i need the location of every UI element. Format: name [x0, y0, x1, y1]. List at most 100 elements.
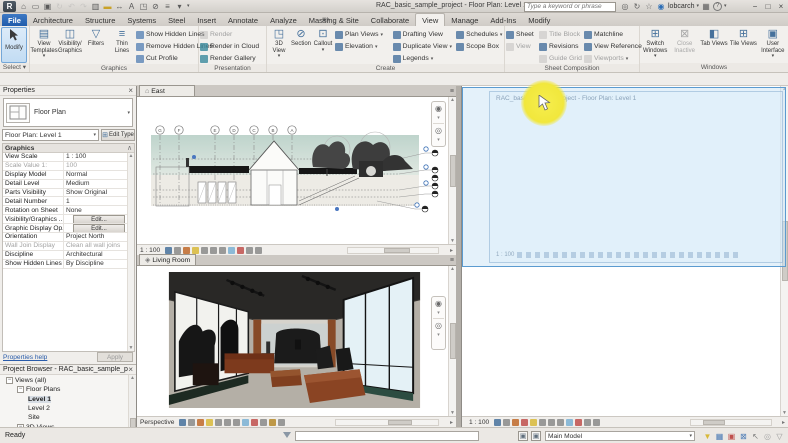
ribbon-tab[interactable]: Modify — [522, 14, 556, 26]
vcb-icon[interactable] — [206, 419, 213, 426]
vcb-icon[interactable] — [179, 419, 186, 426]
property-row[interactable]: Show Hidden Lines By Discipline — [3, 260, 134, 269]
vcb-icon[interactable] — [197, 419, 204, 426]
status-search-input[interactable] — [295, 431, 479, 441]
living-room-canvas[interactable]: ◉ ▾ ◎ ▾ ▲▼ — [137, 266, 456, 416]
panel-label-select[interactable]: Select ▾ — [0, 63, 29, 72]
vcb-icon[interactable] — [557, 419, 564, 426]
vcb-icon[interactable] — [224, 419, 231, 426]
minimize-button[interactable]: − — [750, 1, 760, 11]
property-row[interactable]: View Scale 1 : 100 — [3, 153, 134, 162]
vcb-icon[interactable] — [233, 419, 240, 426]
ribbon-tab[interactable]: Massing & Site — [303, 14, 365, 26]
ribbon-big-button[interactable]: ◳ 3D View — [268, 27, 290, 64]
tree-expand-icon[interactable]: − — [17, 386, 24, 393]
maximize-button[interactable]: □ — [763, 1, 773, 11]
property-row[interactable]: Scale Value 1: 100 — [3, 162, 134, 171]
vcb-icon[interactable] — [192, 247, 199, 254]
east-scale-button[interactable]: 1 : 100 — [140, 247, 160, 254]
application-menu-button[interactable]: R — [3, 1, 16, 12]
type-selector[interactable]: Floor Plan ▾ — [3, 98, 133, 127]
infocenter-icon[interactable]: ☆ — [644, 1, 654, 11]
property-row[interactable]: Discipline Architectural — [3, 251, 134, 260]
ribbon-tab[interactable]: File — [2, 14, 27, 26]
vcb-icon[interactable] — [584, 419, 591, 426]
vcb-icon[interactable] — [521, 419, 528, 426]
ribbon-big-button[interactable]: ⊠ Close Inactive — [670, 27, 698, 63]
project-browser-header[interactable]: Project Browser - RAC_basic_sample_proje… — [0, 365, 136, 375]
qat-icon[interactable]: ≡ — [162, 1, 173, 12]
ribbon-small-button[interactable]: Drafting View — [393, 29, 456, 40]
status-toggle-icon[interactable]: ▽ — [775, 432, 784, 441]
east-horizontal-scrollbar[interactable] — [347, 247, 439, 254]
zoom-caret[interactable]: ▾ — [437, 137, 440, 143]
ribbon-small-button[interactable]: Legends — [393, 53, 456, 64]
qat-icon[interactable]: ↻ — [54, 1, 65, 12]
vcb-icon[interactable] — [246, 247, 253, 254]
ribbon-tab[interactable]: Annotate — [222, 14, 264, 26]
apply-button[interactable]: Apply — [97, 352, 133, 362]
view-type-combo[interactable]: Floor Plan: Level 1 ▾ — [2, 129, 99, 141]
vcb-icon[interactable] — [593, 419, 600, 426]
zoom-caret[interactable]: ▾ — [437, 332, 440, 338]
vcb-icon[interactable] — [242, 419, 249, 426]
browser-tree-item[interactable]: − Level 2 — [0, 404, 136, 413]
edit-type-button[interactable]: ⊞ Edit Type — [101, 129, 135, 141]
property-row[interactable]: Visibility/Graphics ... Edit... — [3, 215, 134, 224]
ribbon-small-button[interactable]: Scope Box — [456, 41, 503, 52]
property-row[interactable]: Wall Join Display Clean all wall joins — [3, 242, 134, 251]
ribbon-small-button[interactable]: Schedules — [456, 29, 503, 40]
section-collapse-icon[interactable]: ∧ — [127, 144, 132, 152]
vcb-icon[interactable] — [255, 247, 262, 254]
qat-icon[interactable]: ◳ — [138, 1, 149, 12]
qat-icon[interactable]: ⌂ — [18, 1, 29, 12]
properties-scrollbar[interactable]: ▲▼ — [127, 153, 134, 351]
zoom-icon[interactable]: ◎ — [435, 321, 442, 330]
vcb-icon[interactable] — [174, 247, 181, 254]
app-store-icon[interactable]: ▦ — [701, 1, 711, 11]
vcb-icon[interactable] — [219, 247, 226, 254]
infocenter-icon[interactable]: ◎ — [620, 1, 630, 11]
qat-customize-caret[interactable]: ▾ — [187, 3, 190, 9]
ribbon-small-button[interactable]: Revisions — [539, 41, 583, 52]
status-toggle-icon[interactable]: ▦ — [715, 432, 724, 441]
tab-list-icon[interactable]: ≡ — [450, 88, 454, 95]
navbar-caret[interactable]: ▾ — [437, 115, 440, 121]
properties-palette-header[interactable]: Properties × — [0, 86, 136, 96]
ribbon-small-button[interactable]: Render — [200, 29, 259, 40]
browser-tree-item[interactable]: − Views (all) — [0, 376, 136, 385]
ribbon-small-button[interactable]: Sheet — [506, 29, 538, 40]
browser-tree-item[interactable]: − Floor Plans — [0, 385, 136, 394]
vcb-icon[interactable] — [575, 419, 582, 426]
right-scroll-right-arrow[interactable]: ▸ — [782, 419, 785, 426]
infocenter-search-input[interactable] — [524, 2, 616, 12]
status-toggle-icon[interactable]: ◎ — [763, 432, 772, 441]
navbar-caret[interactable]: ▾ — [437, 310, 440, 316]
qat-icon[interactable]: ▣ — [42, 1, 53, 12]
qat-icon[interactable]: ↷ — [78, 1, 89, 12]
ribbon-small-button[interactable]: View Reference — [584, 41, 638, 52]
ribbon-big-button[interactable]: ▤ View Templates — [31, 27, 57, 64]
zoom-icon[interactable]: ◎ — [435, 126, 442, 135]
ribbon-small-button[interactable]: Matchline — [584, 29, 638, 40]
ribbon-small-button[interactable]: Elevation — [335, 41, 392, 52]
close-button[interactable]: × — [776, 1, 786, 11]
properties-close-icon[interactable]: × — [128, 86, 133, 95]
graphics-section-header[interactable]: Graphics ∧ — [3, 144, 134, 153]
status-toggle-icon[interactable]: ↖ — [751, 432, 760, 441]
view-tab-east[interactable]: ⌂ East — [139, 85, 195, 96]
east-scroll-right-arrow[interactable]: ▸ — [450, 247, 453, 254]
vcb-icon[interactable] — [269, 419, 276, 426]
vcb-icon[interactable] — [210, 247, 217, 254]
status-toggle-icon[interactable]: ⊠ — [739, 432, 748, 441]
east-elevation-canvas[interactable]: G F E D C B A — [137, 97, 456, 244]
ribbon-tab[interactable]: Systems — [121, 14, 162, 26]
ribbon-big-button[interactable]: ⊡ Callout — [312, 27, 334, 64]
browser-tree-item[interactable]: − Level 1 — [0, 395, 136, 404]
vcb-icon[interactable] — [251, 419, 258, 426]
tree-expand-icon[interactable]: − — [6, 377, 13, 384]
qat-icon[interactable]: ▬ — [102, 1, 113, 12]
qat-icon[interactable]: ▭ — [30, 1, 41, 12]
ribbon-small-button[interactable]: Duplicate View — [393, 41, 456, 52]
vcb-icon[interactable] — [566, 419, 573, 426]
